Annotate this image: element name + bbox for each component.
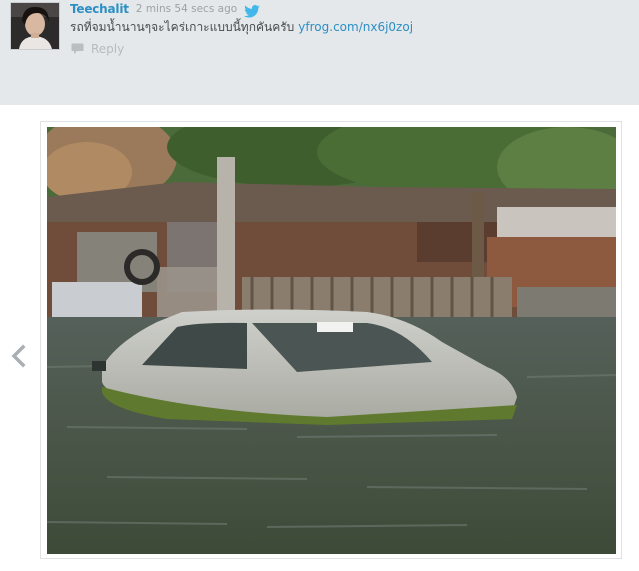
flood-scene-image	[47, 127, 616, 554]
photo-frame	[40, 121, 622, 559]
chevron-left-icon	[11, 344, 26, 368]
tweet-panel: Teechalit 2 mins 54 secs ago รถที่จมน้ำน…	[0, 0, 639, 105]
flooded-car-photo[interactable]	[47, 127, 616, 554]
photo-link[interactable]: yfrog.com/nx6j0zoj	[298, 20, 413, 34]
tweet-header: Teechalit 2 mins 54 secs ago	[70, 1, 261, 17]
reply-label: Reply	[91, 42, 125, 56]
reply-button[interactable]: Reply	[71, 42, 124, 56]
tweet-message: รถที่จมน้ำนานๆจะไคร่เกาะแบบนี้ทุกคันครับ	[70, 20, 295, 34]
avatar[interactable]	[10, 2, 60, 50]
username-link[interactable]: Teechalit	[70, 2, 129, 16]
twitter-bird-icon	[244, 3, 261, 17]
tweet-text: รถที่จมน้ำนานๆจะไคร่เกาะแบบนี้ทุกคันครับ…	[70, 18, 413, 37]
timestamp[interactable]: 2 mins 54 secs ago	[136, 3, 237, 15]
avatar-image	[11, 3, 59, 49]
reply-bubble-icon	[71, 43, 84, 55]
previous-arrow[interactable]	[9, 343, 27, 369]
